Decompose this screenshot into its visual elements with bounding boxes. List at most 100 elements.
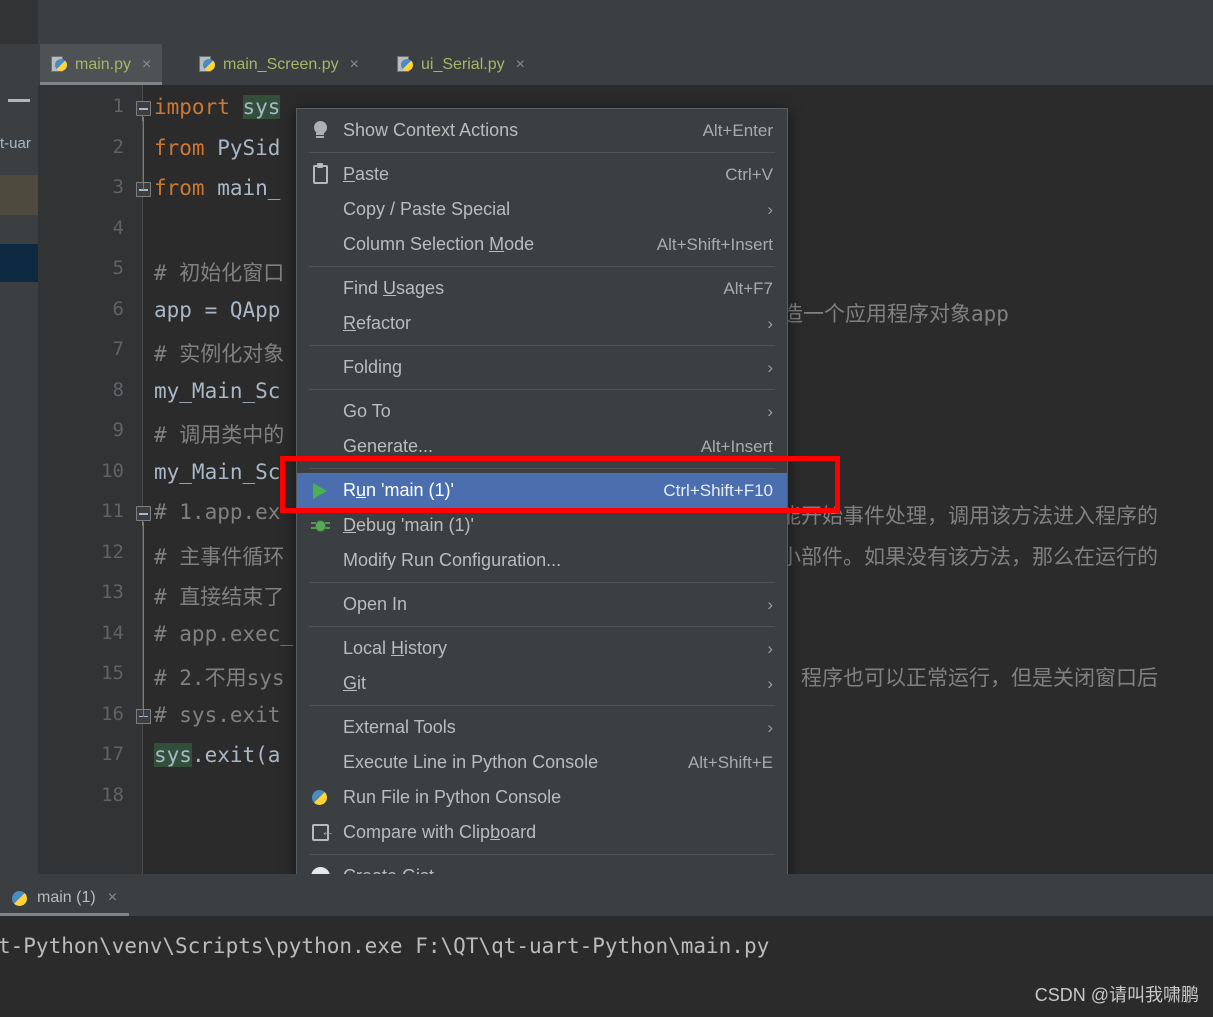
code-line[interactable]: # 直接结束了: [154, 581, 284, 611]
code-token: # 2.不用sys: [154, 666, 285, 690]
menu-item-refactor[interactable]: Refactor›: [297, 306, 787, 341]
menu-item-label: Paste: [343, 164, 707, 185]
window-top-strip: [0, 0, 1213, 44]
python-file-icon: [199, 56, 216, 74]
menu-item-show-context-actions[interactable]: Show Context Actions Alt+Enter: [297, 113, 787, 148]
code-folding-toggle-icon[interactable]: [136, 506, 151, 521]
run-tab-main-1[interactable]: main (1) ×: [0, 880, 129, 916]
code-line[interactable]: my_Main_Sc: [154, 379, 280, 403]
editor-tab-main-py[interactable]: main.py ×: [40, 44, 162, 85]
editor-tab-main-screen-py[interactable]: main_Screen.py×: [188, 44, 370, 85]
line-number: 15: [101, 662, 124, 684]
line-number: 16: [101, 703, 124, 725]
menu-item-go-to[interactable]: Go To ›: [297, 394, 787, 429]
code-line[interactable]: # 调用类中的: [154, 419, 284, 449]
code-comment-continuation: 造一个应用程序对象app: [782, 298, 1009, 328]
project-tree-row-selected[interactable]: [0, 244, 38, 282]
code-line[interactable]: from PySid: [154, 136, 280, 160]
menu-item-paste[interactable]: PasteCtrl+V: [297, 157, 787, 192]
code-line[interactable]: # 初始化窗口: [154, 257, 284, 287]
menu-separator: [309, 468, 775, 469]
menu-item-copy-paste-special[interactable]: Copy / Paste Special›: [297, 192, 787, 227]
menu-item-label: Go To: [343, 401, 749, 422]
menu-item-label: Local History: [343, 638, 749, 659]
editor-tab-ui-serial-py[interactable]: ui_Serial.py ×: [386, 44, 536, 85]
menu-separator: [309, 582, 775, 583]
close-icon[interactable]: ×: [516, 56, 525, 74]
code-token: # app.exec_: [154, 622, 293, 646]
code-line[interactable]: # sys.exit: [154, 703, 280, 727]
code-token: # 实例化对象: [154, 342, 284, 366]
line-number: 8: [113, 379, 124, 401]
menu-item-icon-slot: [297, 271, 343, 306]
code-token: sys: [154, 743, 192, 767]
editor-context-menu[interactable]: Show Context Actions Alt+Enter PasteCtrl+V…: [296, 108, 788, 899]
chevron-right-icon: ›: [767, 358, 773, 378]
code-token: app = QApp: [154, 298, 280, 322]
code-token: my_Main_Sc: [154, 379, 280, 403]
menu-item-icon-slot: [297, 157, 343, 192]
ide-window: t-uar main.py×main_Screen.py×ui_Serial.p…: [0, 0, 1213, 1017]
menu-item-label: Generate...: [343, 436, 683, 457]
line-number: 11: [101, 500, 124, 522]
code-comment-continuation: ，程序也可以正常运行，但是关闭窗口后: [780, 662, 1158, 692]
code-line[interactable]: # 1.app.ex: [154, 500, 280, 524]
menu-item-icon-slot: [297, 113, 343, 148]
run-console-output[interactable]: t-Python\venv\Scripts\python.exe F:\QT\q…: [0, 916, 1213, 1017]
editor-tab-label: ui_Serial.py: [421, 56, 505, 74]
code-line[interactable]: from main_: [154, 176, 280, 200]
menu-item-run-main-1[interactable]: Run 'main (1)'Ctrl+Shift+F10: [297, 473, 787, 508]
menu-item-debug-main-1[interactable]: Debug 'main (1)': [297, 508, 787, 543]
code-line[interactable]: import sys: [154, 95, 280, 119]
close-icon[interactable]: ×: [108, 889, 117, 907]
menu-item-open-in[interactable]: Open In›: [297, 587, 787, 622]
line-number: 10: [101, 460, 124, 482]
menu-item-folding[interactable]: Folding›: [297, 350, 787, 385]
menu-item-label: Refactor: [343, 313, 749, 334]
menu-item-icon-slot: [297, 745, 343, 780]
menu-item-shortcut: Alt+Enter: [703, 121, 773, 141]
project-tool-window-strip[interactable]: t-uar: [0, 44, 38, 916]
menu-item-find-usages[interactable]: Find UsagesAlt+F7: [297, 271, 787, 306]
menu-item-modify-run-configuration[interactable]: Modify Run Configuration...: [297, 543, 787, 578]
project-path-label: t-uar: [0, 132, 38, 156]
menu-item-label: Git: [343, 673, 749, 694]
run-tab-bar: main (1) ×: [0, 874, 1213, 916]
menu-item-label: Open In: [343, 594, 749, 615]
python-icon: [312, 789, 329, 806]
menu-item-run-file-in-python-console[interactable]: Run File in Python Console: [297, 780, 787, 815]
code-line[interactable]: app = QApp: [154, 298, 280, 322]
code-line[interactable]: # 主事件循环: [154, 541, 284, 571]
close-icon[interactable]: ×: [142, 56, 151, 74]
chevron-right-icon: ›: [767, 402, 773, 422]
collapse-icon[interactable]: [8, 99, 30, 102]
menu-item-local-history[interactable]: Local History›: [297, 631, 787, 666]
menu-item-icon-slot: [297, 394, 343, 429]
code-line[interactable]: # 2.不用sys: [154, 662, 285, 692]
menu-item-compare-with-clipboard[interactable]: Compare with Clipboard: [297, 815, 787, 850]
code-token: # sys.exit: [154, 703, 280, 727]
code-line[interactable]: my_Main_Sc: [154, 460, 280, 484]
menu-item-icon-slot: [297, 587, 343, 622]
close-icon[interactable]: ×: [350, 56, 359, 74]
code-line[interactable]: # app.exec_: [154, 622, 293, 646]
menu-item-execute-line-in-python-console[interactable]: Execute Line in Python ConsoleAlt+Shift+…: [297, 745, 787, 780]
code-line[interactable]: sys.exit(a: [154, 743, 280, 767]
menu-item-label: Show Context Actions: [343, 120, 685, 141]
project-tree-row-modified[interactable]: [0, 175, 38, 215]
code-line[interactable]: # 实例化对象: [154, 338, 284, 368]
menu-separator: [309, 345, 775, 346]
code-token: # 初始化窗口: [154, 261, 284, 285]
menu-item-icon-slot: [297, 429, 343, 464]
line-number: 13: [101, 581, 124, 603]
menu-item-icon-slot: [297, 631, 343, 666]
code-token: sys: [243, 95, 281, 119]
line-number-gutter: 123456789101112131415161718: [38, 85, 142, 874]
menu-separator: [309, 626, 775, 627]
menu-item-external-tools[interactable]: External Tools›: [297, 710, 787, 745]
menu-item-column-selection-mode[interactable]: Column Selection ModeAlt+Shift+Insert: [297, 227, 787, 262]
editor-tab-label: main.py: [75, 56, 131, 74]
menu-item-git[interactable]: Git›: [297, 666, 787, 701]
menu-item-generate[interactable]: Generate...Alt+Insert: [297, 429, 787, 464]
code-folding-toggle-icon[interactable]: [136, 101, 151, 116]
